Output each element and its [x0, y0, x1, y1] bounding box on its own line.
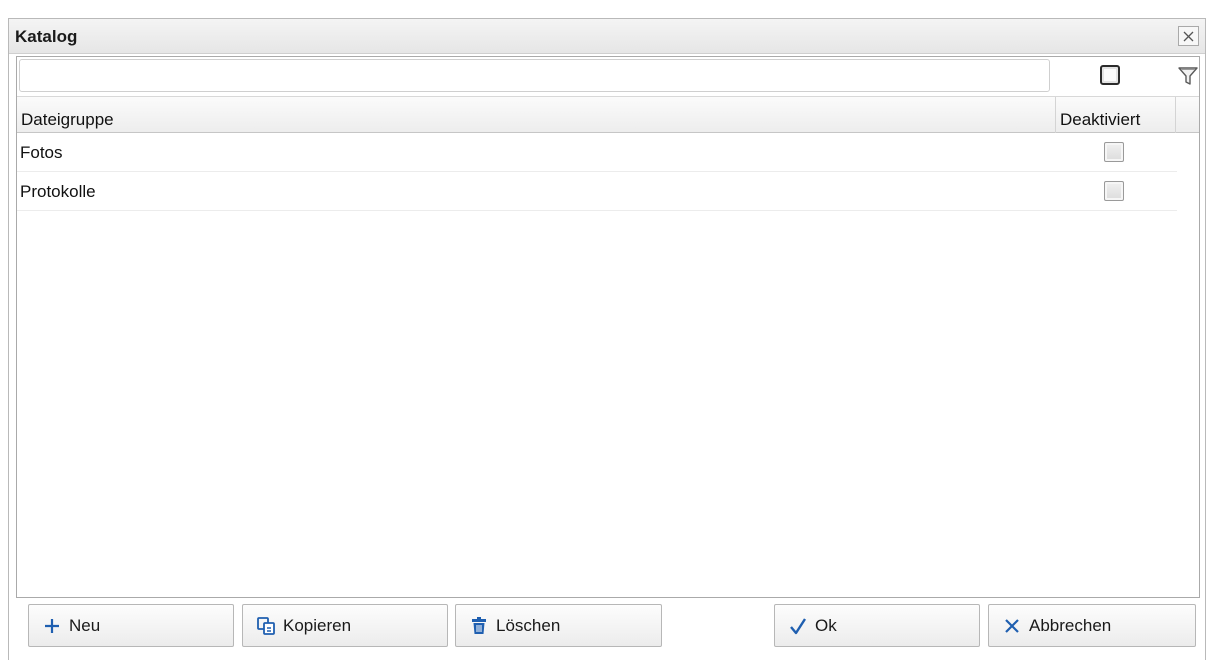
cancel-button[interactable]: Abbrechen [988, 604, 1196, 647]
row-name: Fotos [20, 143, 63, 162]
filter-input[interactable] [19, 59, 1050, 92]
close-icon [1183, 31, 1194, 41]
copy-button-label: Kopieren [283, 615, 352, 635]
button-bar: Neu Kopieren Löschen Ok Abbrechen [9, 599, 1205, 660]
ok-button[interactable]: Ok [774, 604, 980, 647]
row-name: Protokolle [20, 182, 96, 201]
new-button[interactable]: Neu [28, 604, 234, 647]
close-button[interactable] [1178, 26, 1199, 46]
delete-button-label: Löschen [496, 615, 561, 635]
trash-icon [468, 615, 490, 637]
filter-deaktiviert-checkbox[interactable] [1100, 65, 1120, 85]
table-row[interactable]: Protokolle [17, 172, 1177, 211]
cancel-button-label: Abbrechen [1029, 615, 1112, 635]
plus-icon [41, 615, 63, 637]
deaktiviert-checkbox[interactable] [1104, 142, 1124, 162]
column-header-dateigruppe[interactable]: Dateigruppe [17, 97, 1056, 133]
checkmark-icon [787, 615, 809, 637]
new-button-label: Neu [69, 615, 101, 635]
filter-icon[interactable] [1177, 65, 1199, 87]
ok-button-label: Ok [815, 615, 837, 635]
copy-icon [255, 615, 277, 637]
copy-button[interactable]: Kopieren [242, 604, 448, 647]
column-header-filler [1176, 97, 1199, 133]
x-icon [1001, 615, 1023, 637]
table-header: Dateigruppe Deaktiviert [17, 96, 1199, 133]
table-row[interactable]: Fotos [17, 133, 1177, 172]
delete-button[interactable]: Löschen [455, 604, 662, 647]
deaktiviert-checkbox[interactable] [1104, 181, 1124, 201]
grid-panel: Dateigruppe Deaktiviert Fotos Protokolle [16, 56, 1200, 598]
window-title: Katalog [15, 27, 78, 46]
catalog-dialog: Katalog Dateigruppe Deaktiviert Fotos Pr… [8, 18, 1206, 660]
title-bar: Katalog [9, 19, 1205, 54]
column-header-deaktiviert[interactable]: Deaktiviert [1056, 97, 1176, 133]
table-body: Fotos Protokolle [17, 133, 1177, 211]
